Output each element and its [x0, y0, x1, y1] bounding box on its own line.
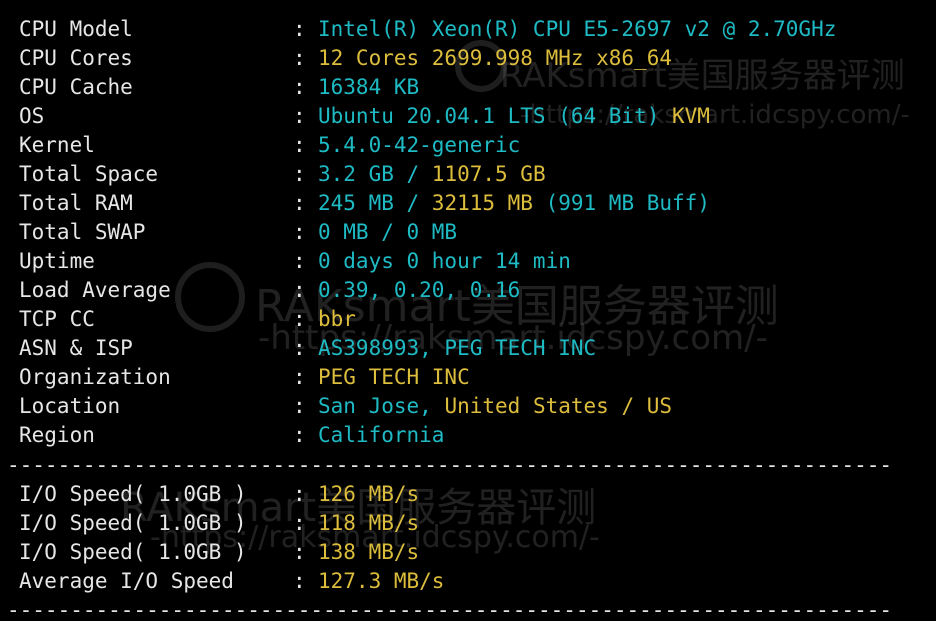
row-value: Intel(R) Xeon(R) CPU E5-2697 v2 @ 2.70GH…: [318, 15, 836, 44]
row-value: 3.2 GB / 1107.5 GB: [318, 160, 546, 189]
value-segment: 12 Cores 2699.998 MHz x86_64: [318, 46, 673, 70]
value-segment: United States / US: [444, 394, 673, 418]
row-label: I/O Speed( 1.0GB ): [19, 511, 247, 535]
value-segment: 1107.5 GB: [431, 162, 546, 186]
row-value: 118 MB/s: [318, 509, 419, 538]
row-value: Ubuntu 20.04.1 LTS (64 Bit) KVM: [318, 102, 710, 131]
value-segment: 16384 KB: [318, 75, 420, 99]
row-label: CPU Cache: [19, 75, 133, 99]
row-value: 12 Cores 2699.998 MHz x86_64: [318, 44, 672, 73]
value-segment: 5.4.0-42-generic: [318, 133, 521, 157]
value-segment: Ubuntu 20.04.1 LTS (64 Bit): [318, 104, 673, 128]
row-colon: :: [293, 220, 306, 244]
row-label: Organization: [19, 365, 171, 389]
value-segment: 0 days 0 hour 14 min: [318, 249, 571, 273]
value-segment: 138 MB/s: [318, 540, 420, 564]
row-colon: :: [293, 423, 306, 447]
watermark-logo-icon: [175, 262, 245, 332]
row-colon: :: [293, 278, 306, 302]
row-colon: :: [293, 75, 306, 99]
value-segment: San Jose,: [318, 394, 445, 418]
value-segment: 0 MB / 0 MB: [318, 220, 458, 244]
row-value: 0.39, 0.20, 0.16: [318, 276, 520, 305]
value-segment: 245 MB /: [318, 191, 432, 215]
separator-line-bottom: ----------------------------------------…: [7, 599, 893, 621]
row-label: Load Average: [19, 278, 171, 302]
row-colon: :: [293, 540, 306, 564]
row-colon: :: [293, 249, 306, 273]
row-value: 5.4.0-42-generic: [318, 131, 520, 160]
row-value: 245 MB / 32115 MB (991 MB Buff): [318, 189, 710, 218]
row-colon: :: [293, 482, 306, 506]
value-segment: Intel(R) Xeon(R) CPU E5-2697 v2 @ 2.70GH…: [318, 17, 837, 41]
row-label: Total RAM: [19, 191, 133, 215]
row-label: CPU Cores: [19, 46, 133, 70]
row-colon: :: [293, 394, 306, 418]
row-label: Average I/O Speed: [19, 569, 234, 593]
value-segment: 118 MB/s: [318, 511, 420, 535]
row-value: California: [318, 421, 444, 450]
row-colon: :: [293, 162, 306, 186]
row-label: OS: [19, 104, 45, 128]
value-segment: 3.2 GB /: [318, 162, 432, 186]
row-label: TCP CC: [19, 307, 95, 331]
row-value: 0 MB / 0 MB: [318, 218, 457, 247]
value-segment: AS398993, PEG TECH INC: [318, 336, 597, 360]
terminal-window[interactable]: RAKsmart美国服务器评测 -https://raksmart.idcspy…: [0, 0, 936, 621]
row-label: Total SWAP: [19, 220, 146, 244]
row-value: AS398993, PEG TECH INC: [318, 334, 596, 363]
row-colon: :: [293, 104, 306, 128]
row-label: I/O Speed( 1.0GB ): [19, 482, 247, 506]
row-value: 127.3 MB/s: [318, 567, 444, 596]
row-colon: :: [293, 46, 306, 70]
row-colon: :: [293, 569, 306, 593]
row-colon: :: [293, 511, 306, 535]
row-label: I/O Speed( 1.0GB ): [19, 540, 247, 564]
value-segment: bbr: [318, 307, 356, 331]
row-colon: :: [293, 365, 306, 389]
row-value: 126 MB/s: [318, 480, 419, 509]
row-colon: :: [293, 17, 306, 41]
row-colon: :: [293, 191, 306, 215]
value-segment: PEG TECH INC: [318, 365, 470, 389]
row-value: PEG TECH INC: [318, 363, 470, 392]
row-colon: :: [293, 307, 306, 331]
value-segment: KVM: [672, 104, 710, 128]
row-label: Total Space: [19, 162, 159, 186]
row-colon: :: [293, 133, 306, 157]
row-value: 138 MB/s: [318, 538, 419, 567]
separator-line-middle: ----------------------------------------…: [7, 454, 893, 476]
row-label: Kernel: [19, 133, 95, 157]
row-label: Region: [19, 423, 95, 447]
row-label: Location: [19, 394, 121, 418]
row-label: CPU Model: [19, 17, 133, 41]
value-segment: 127.3 MB/s: [318, 569, 445, 593]
row-value: San Jose, United States / US: [318, 392, 672, 421]
value-segment: 126 MB/s: [318, 482, 420, 506]
row-value: 0 days 0 hour 14 min: [318, 247, 571, 276]
value-segment: 32115 MB: [431, 191, 533, 215]
separator-line-top: ----------------------------------------…: [7, 0, 917, 9]
value-segment: (991 MB Buff): [532, 191, 710, 215]
row-label: ASN & ISP: [19, 336, 133, 360]
row-value: bbr: [318, 305, 356, 334]
row-colon: :: [293, 336, 306, 360]
value-segment: California: [318, 423, 445, 447]
row-value: 16384 KB: [318, 73, 419, 102]
value-segment: 0.39, 0.20, 0.16: [318, 278, 521, 302]
row-label: Uptime: [19, 249, 95, 273]
